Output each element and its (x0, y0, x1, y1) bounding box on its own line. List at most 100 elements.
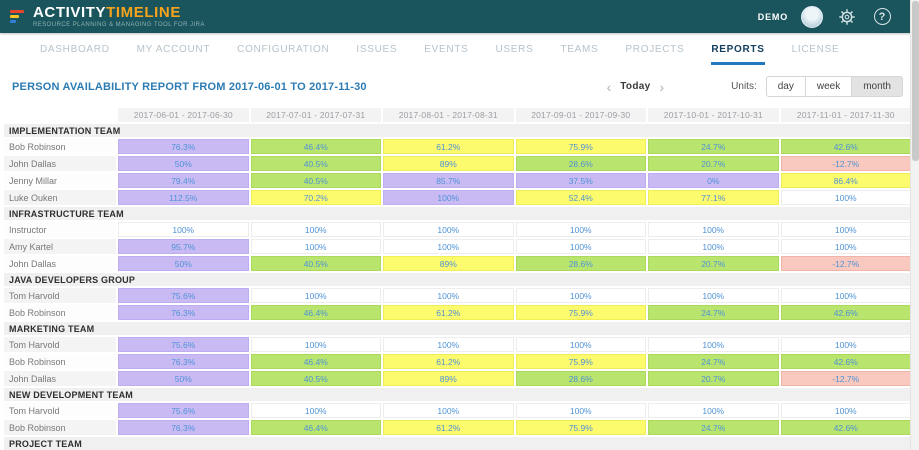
availability-cell: 76.3% (118, 420, 249, 435)
nav-tab-projects[interactable]: PROJECTS (625, 33, 684, 65)
app-title: ACTIVITYTIMELINE (33, 5, 205, 20)
availability-cell: 70.2% (251, 190, 382, 205)
nav-tab-reports[interactable]: REPORTS (711, 33, 764, 65)
availability-cell: 40.5% (251, 173, 382, 188)
availability-cell: -12.7% (781, 371, 912, 386)
availability-cell: 100% (118, 222, 249, 237)
app-title-activity: ACTIVITY (33, 4, 106, 21)
help-question-glyph: ? (874, 8, 891, 25)
today-button[interactable]: Today (620, 81, 650, 92)
availability-report-grid: 2017-06-01 - 2017-06-302017-07-01 - 2017… (0, 108, 919, 450)
availability-cell: 61.2% (383, 420, 514, 435)
user-avatar[interactable] (801, 6, 823, 28)
logo-bar-red (10, 10, 24, 13)
availability-cell: 77.1% (648, 190, 779, 205)
availability-cell: 46.4% (251, 354, 382, 369)
availability-cell: 100% (383, 288, 514, 303)
nav-tab-configuration[interactable]: CONFIGURATION (237, 33, 329, 65)
column-header: 2017-08-01 - 2017-08-31 (383, 108, 514, 122)
nav-tab-my-account[interactable]: MY ACCOUNT (137, 33, 211, 65)
availability-cell: 75.9% (516, 139, 647, 154)
person-name-cell: Luke Ouken (4, 190, 116, 205)
availability-cell: 100% (781, 288, 912, 303)
availability-cell: -12.7% (781, 256, 912, 271)
unit-button-month[interactable]: month (851, 76, 903, 97)
availability-cell: 100% (781, 239, 912, 254)
availability-cell: 28.6% (516, 156, 647, 171)
availability-cell: 100% (251, 403, 382, 418)
availability-cell: 75.9% (516, 354, 647, 369)
availability-cell: 20.7% (648, 256, 779, 271)
person-name-cell: Amy Kartel (4, 239, 116, 254)
person-name-cell: Bob Robinson (4, 139, 116, 154)
nav-tab-users[interactable]: USERS (496, 33, 534, 65)
availability-cell: 50% (118, 256, 249, 271)
prev-period-chevron-icon[interactable]: ‹ (598, 78, 621, 96)
availability-cell: 86.4% (781, 173, 912, 188)
availability-cell: 24.7% (648, 139, 779, 154)
report-toolbar: PERSON AVAILABILITY REPORT FROM 2017-06-… (0, 65, 919, 108)
app-header: ACTIVITYTIMELINE RESOURCE PLANNING & MAN… (0, 0, 919, 33)
availability-cell: 50% (118, 371, 249, 386)
availability-cell: 75.9% (516, 420, 647, 435)
availability-cell: 37.5% (516, 173, 647, 188)
availability-cell: 89% (383, 156, 514, 171)
availability-cell: 100% (251, 239, 382, 254)
logo-bar-yellow (10, 15, 19, 18)
availability-cell: 100% (648, 403, 779, 418)
scrollbar-thumb[interactable] (912, 1, 919, 161)
nav-tab-dashboard[interactable]: DASHBOARD (40, 33, 110, 65)
next-period-chevron-icon[interactable]: › (650, 78, 673, 96)
person-name-cell: Bob Robinson (4, 354, 116, 369)
person-name-cell: Bob Robinson (4, 305, 116, 320)
availability-cell: 100% (383, 190, 514, 205)
availability-cell: 100% (383, 239, 514, 254)
app-logo-text: ACTIVITYTIMELINE RESOURCE PLANNING & MAN… (33, 5, 205, 28)
nav-tab-teams[interactable]: TEAMS (560, 33, 598, 65)
unit-button-week[interactable]: week (805, 76, 852, 97)
nav-tab-license[interactable]: LICENSE (792, 33, 840, 65)
nav-tab-events[interactable]: EVENTS (424, 33, 468, 65)
availability-cell: 79.4% (118, 173, 249, 188)
availability-cell: 100% (648, 222, 779, 237)
availability-cell: 89% (383, 371, 514, 386)
settings-gear-icon[interactable] (836, 6, 858, 28)
logo-bar-blue (10, 20, 16, 23)
user-name-label: DEMO (758, 12, 788, 22)
unit-button-day[interactable]: day (766, 76, 806, 97)
report-title: PERSON AVAILABILITY REPORT FROM 2017-06-… (12, 81, 367, 93)
app-subtitle: RESOURCE PLANNING & MANAGING TOOL FOR JI… (33, 22, 205, 28)
column-header: 2017-11-01 - 2017-11-30 (781, 108, 912, 122)
person-name-cell: John Dallas (4, 256, 116, 271)
availability-cell: 42.6% (781, 354, 912, 369)
availability-cell: 100% (251, 337, 382, 352)
person-name-cell: Bob Robinson (4, 420, 116, 435)
availability-cell: 24.7% (648, 420, 779, 435)
availability-cell: 89% (383, 256, 514, 271)
availability-cell: 100% (648, 239, 779, 254)
availability-cell: 76.3% (118, 139, 249, 154)
availability-cell: 52.4% (516, 190, 647, 205)
availability-cell: 28.6% (516, 256, 647, 271)
vertical-scrollbar (910, 0, 919, 450)
nav-tab-issues[interactable]: ISSUES (356, 33, 397, 65)
availability-cell: 61.2% (383, 354, 514, 369)
availability-cell: 61.2% (383, 139, 514, 154)
person-name-cell: Tom Harvold (4, 337, 116, 352)
availability-cell: 75.6% (118, 337, 249, 352)
availability-cell: 76.3% (118, 305, 249, 320)
availability-cell: 100% (516, 337, 647, 352)
availability-cell: 100% (383, 337, 514, 352)
person-name-cell: Jenny Millar (4, 173, 116, 188)
team-section-header-implementation-team: IMPLEMENTATION TEAM (4, 124, 911, 137)
availability-cell: -12.7% (781, 156, 912, 171)
availability-cell: 20.7% (648, 156, 779, 171)
availability-cell: 100% (648, 337, 779, 352)
team-section-header-infrastructure-team: INFRASTRUCTURE TEAM (4, 207, 911, 220)
column-header: 2017-09-01 - 2017-09-30 (516, 108, 647, 122)
availability-cell: 100% (251, 222, 382, 237)
person-name-cell: Instructor (4, 222, 116, 237)
availability-cell: 0% (648, 173, 779, 188)
help-icon[interactable]: ? (871, 6, 893, 28)
availability-cell: 24.7% (648, 354, 779, 369)
